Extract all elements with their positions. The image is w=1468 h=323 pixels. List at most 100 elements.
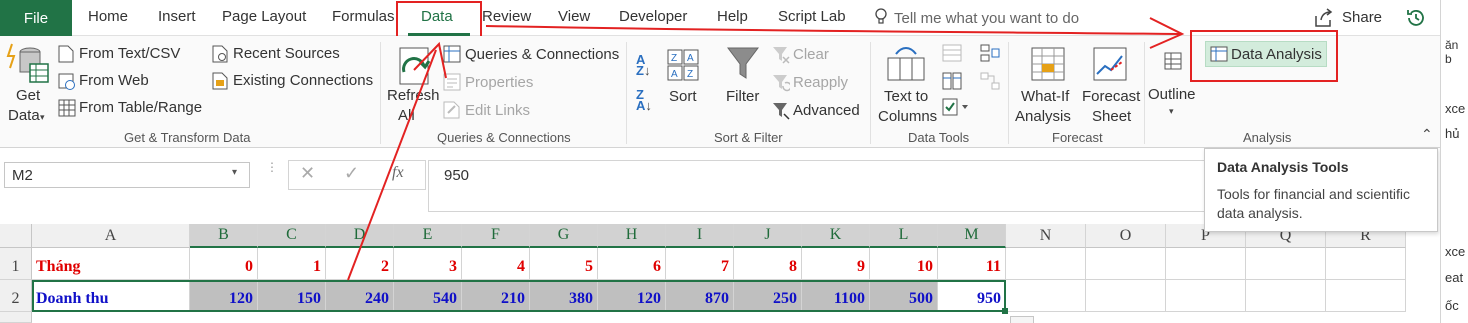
- tab-view[interactable]: View: [558, 8, 590, 25]
- collapse-ribbon-icon[interactable]: ⌃: [1421, 126, 1433, 143]
- cell-empty[interactable]: [1166, 248, 1246, 280]
- forecast-sheet-label[interactable]: Forecast: [1082, 88, 1140, 105]
- cell-value[interactable]: 210: [462, 280, 530, 312]
- get-data-label-2[interactable]: Data: [8, 107, 40, 124]
- row-header-1[interactable]: 1: [0, 248, 32, 280]
- cell-value[interactable]: 9: [802, 248, 870, 280]
- relationships-icon[interactable]: [980, 72, 1000, 90]
- name-box[interactable]: [4, 162, 250, 188]
- get-data-label[interactable]: Get: [16, 87, 40, 104]
- cell-value[interactable]: 150: [258, 280, 326, 312]
- cell-value[interactable]: 4: [462, 248, 530, 280]
- column-header-j[interactable]: J: [734, 224, 802, 248]
- remove-duplicates-icon[interactable]: [942, 72, 962, 90]
- flash-fill-icon[interactable]: [942, 44, 962, 62]
- history-icon[interactable]: [1405, 7, 1427, 29]
- cell-empty[interactable]: [1326, 248, 1406, 280]
- column-header-c[interactable]: C: [258, 224, 326, 248]
- cell-value[interactable]: 7: [666, 248, 734, 280]
- tab-home[interactable]: Home: [88, 8, 128, 25]
- cell-value[interactable]: 120: [190, 280, 258, 312]
- column-header-g[interactable]: G: [530, 224, 598, 248]
- cell-empty[interactable]: [1006, 248, 1086, 280]
- cell-value[interactable]: 500: [870, 280, 938, 312]
- sort-a-z-icon[interactable]: A Z↓: [636, 53, 650, 77]
- outline-dropdown-icon[interactable]: ▾: [1169, 106, 1174, 117]
- column-header-o[interactable]: O: [1086, 224, 1166, 248]
- share-button[interactable]: Share: [1342, 9, 1382, 26]
- cell-value[interactable]: 0: [190, 248, 258, 280]
- cell-empty[interactable]: [1246, 248, 1326, 280]
- tab-insert[interactable]: Insert: [158, 8, 196, 25]
- select-all-corner[interactable]: [0, 224, 32, 248]
- cell-value[interactable]: 380: [530, 280, 598, 312]
- queries-connections-button[interactable]: Queries & Connections: [465, 46, 619, 63]
- tab-developer[interactable]: Developer: [619, 8, 687, 25]
- cell-value[interactable]: 11: [938, 248, 1006, 280]
- cell-value[interactable]: 1: [258, 248, 326, 280]
- cancel-icon[interactable]: ✕: [300, 163, 315, 184]
- cell-empty[interactable]: [1246, 280, 1326, 312]
- cell-value[interactable]: 3: [394, 248, 462, 280]
- column-header-m[interactable]: M: [938, 224, 1006, 248]
- sort-z-a-icon[interactable]: Z A↓: [636, 88, 652, 112]
- text-to-columns-label-2[interactable]: Columns: [878, 108, 937, 125]
- row-header-2[interactable]: 2: [0, 280, 32, 312]
- edit-links-button[interactable]: Edit Links: [465, 102, 530, 119]
- refresh-all-label-2[interactable]: All: [398, 107, 415, 124]
- filter-button[interactable]: Filter: [726, 88, 759, 105]
- cell-value[interactable]: 250: [734, 280, 802, 312]
- advanced-button[interactable]: Advanced: [793, 102, 860, 119]
- column-header-l[interactable]: L: [870, 224, 938, 248]
- text-to-columns-label[interactable]: Text to: [884, 88, 928, 105]
- tab-data[interactable]: Data: [421, 8, 453, 25]
- tab-formulas[interactable]: Formulas: [332, 8, 395, 25]
- properties-button[interactable]: Properties: [465, 74, 533, 91]
- cell-value[interactable]: 950: [938, 280, 1006, 312]
- from-web-button[interactable]: From Web: [79, 72, 149, 89]
- cell-empty[interactable]: [1006, 280, 1086, 312]
- existing-connections-button[interactable]: Existing Connections: [233, 72, 373, 89]
- cell-value[interactable]: 10: [870, 248, 938, 280]
- cell-empty[interactable]: [1326, 280, 1406, 312]
- column-header-i[interactable]: I: [666, 224, 734, 248]
- cell-empty[interactable]: [1086, 280, 1166, 312]
- outline-button[interactable]: Outline: [1148, 86, 1196, 103]
- sort-button[interactable]: Sort: [669, 88, 697, 105]
- column-header-n[interactable]: N: [1006, 224, 1086, 248]
- tab-file[interactable]: File: [0, 0, 72, 36]
- what-if-analysis-label[interactable]: What-If: [1021, 88, 1069, 105]
- cell-value[interactable]: 870: [666, 280, 734, 312]
- column-header-e[interactable]: E: [394, 224, 462, 248]
- cell-label[interactable]: Doanh thu: [32, 280, 190, 312]
- enter-check-icon[interactable]: ✓: [344, 163, 359, 184]
- cell-value[interactable]: 1100: [802, 280, 870, 312]
- insert-function-icon[interactable]: fx: [392, 164, 404, 182]
- cell-value[interactable]: 2: [326, 248, 394, 280]
- from-text-csv-button[interactable]: From Text/CSV: [79, 45, 180, 62]
- cell-value[interactable]: 240: [326, 280, 394, 312]
- tab-script-lab[interactable]: Script Lab: [778, 8, 846, 25]
- tab-review[interactable]: Review: [482, 8, 531, 25]
- row-header-3[interactable]: [0, 312, 32, 323]
- what-if-analysis-label-2[interactable]: Analysis: [1015, 108, 1071, 125]
- cell-value[interactable]: 120: [598, 280, 666, 312]
- data-analysis-button[interactable]: Data Analysis: [1231, 46, 1322, 63]
- tab-help[interactable]: Help: [717, 8, 748, 25]
- cell-value[interactable]: 6: [598, 248, 666, 280]
- get-data-dropdown-icon[interactable]: ▾: [40, 112, 45, 123]
- cell-value[interactable]: 540: [394, 280, 462, 312]
- cell-value[interactable]: 8: [734, 248, 802, 280]
- column-header-k[interactable]: K: [802, 224, 870, 248]
- column-header-h[interactable]: H: [598, 224, 666, 248]
- recent-sources-button[interactable]: Recent Sources: [233, 45, 340, 62]
- column-header-f[interactable]: F: [462, 224, 530, 248]
- consolidate-icon[interactable]: [980, 44, 1000, 62]
- cell-empty[interactable]: [1086, 248, 1166, 280]
- column-header-b[interactable]: B: [190, 224, 258, 248]
- cell-empty[interactable]: [1166, 280, 1246, 312]
- tell-me-search[interactable]: Tell me what you want to do: [894, 10, 1079, 27]
- name-box-dropdown-icon[interactable]: ▾: [232, 167, 237, 178]
- cell-value[interactable]: 5: [530, 248, 598, 280]
- tab-page-layout[interactable]: Page Layout: [222, 8, 306, 25]
